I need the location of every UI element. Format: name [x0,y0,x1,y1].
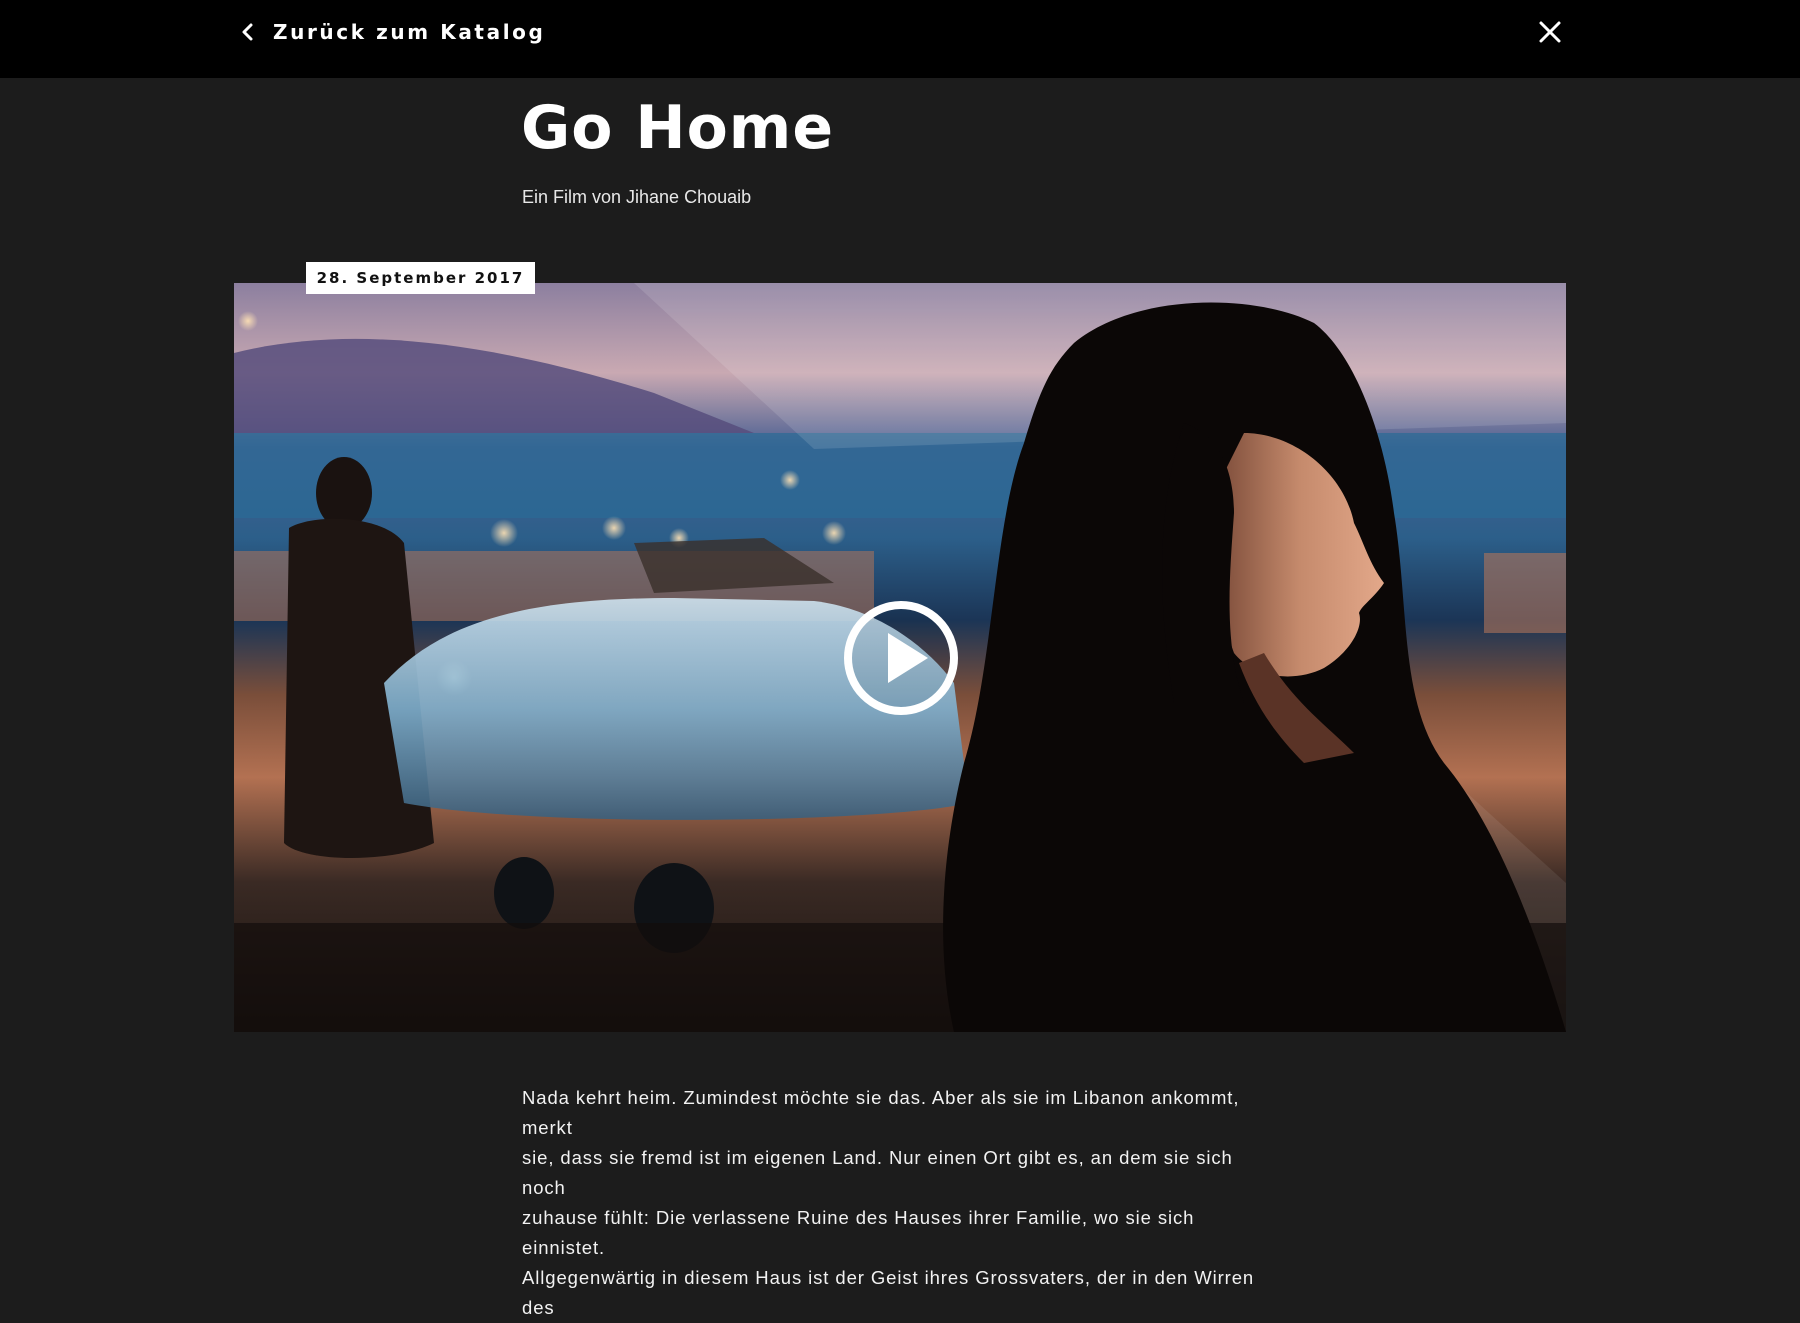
play-icon[interactable] [842,599,960,717]
back-link-label: Zurück zum Katalog [273,20,546,44]
page-title: Go Home [521,93,835,163]
film-description: Nada kehrt heim. Zumindest möchte sie da… [522,1083,1282,1323]
film-director-subtitle: Ein Film von Jihane Chouaib [522,187,752,207]
description-line: Nada kehrt heim. Zumindest möchte sie da… [522,1087,1240,1138]
close-icon[interactable] [1536,18,1564,46]
top-bar: Zurück zum Katalog [0,0,1800,78]
description-line: Allgegenwärtig in diesem Haus ist der Ge… [522,1267,1255,1318]
release-date-badge: 28. September 2017 [306,262,535,294]
back-to-catalog-link[interactable]: Zurück zum Katalog [241,17,545,47]
video-player[interactable] [234,283,1566,1032]
chevron-left-icon [242,23,253,41]
description-line: sie, dass sie fremd ist im eigenen Land.… [522,1147,1233,1198]
description-line: zuhause fühlt: Die verlassene Ruine des … [522,1207,1195,1258]
